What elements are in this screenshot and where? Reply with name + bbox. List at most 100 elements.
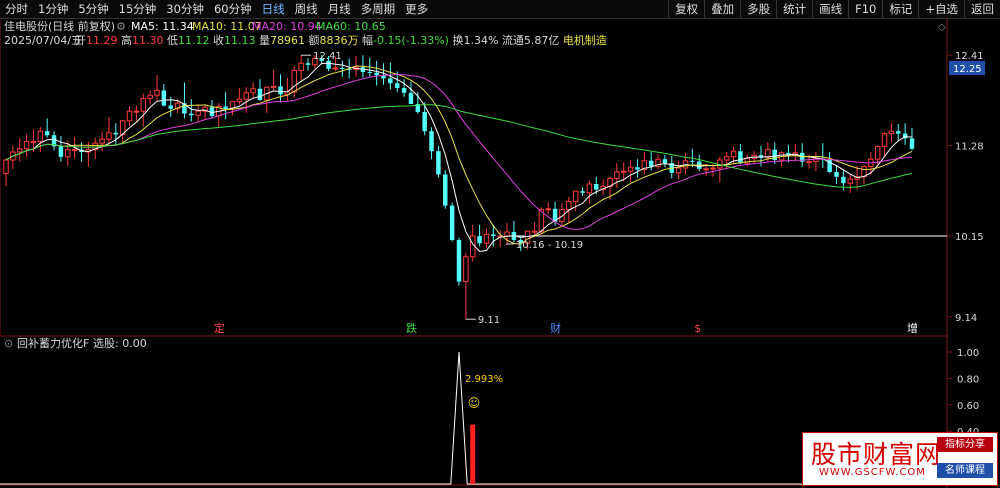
indicator-tick-label-2: 0.60 bbox=[957, 401, 979, 412]
candle-body-39 bbox=[270, 85, 277, 88]
range-label: 10.16 - 10.19 bbox=[516, 240, 583, 251]
candle-body-6 bbox=[44, 131, 50, 136]
candle-body-9 bbox=[65, 149, 71, 158]
candle-body-127 bbox=[874, 145, 881, 160]
settings-gear-icon[interactable]: ⚙ bbox=[116, 20, 126, 33]
indicator-signal: 选股: 0.00 bbox=[93, 337, 147, 350]
kline-chart[interactable]: 佳电股份(日线 前复权) ⚙ MA5: 11.34 MA10: 11.07 MA… bbox=[0, 0, 1000, 488]
price-axis: 12.41 11.28 10.15 9.14 12.25 bbox=[947, 51, 985, 324]
candle-body-91 bbox=[627, 166, 634, 172]
candle-body-85 bbox=[586, 183, 593, 194]
candle-body-69 bbox=[477, 236, 482, 244]
watermark-badge-share: 指标分享 bbox=[937, 437, 993, 452]
candle-body-70 bbox=[483, 233, 490, 244]
indicator-title: 回补蓄力优化F bbox=[17, 336, 89, 350]
candle-body-64 bbox=[443, 174, 448, 206]
candle-body-4 bbox=[30, 141, 37, 144]
ohlc-readout: 开11.29 高11.30 低11.12 收11.13 量78961 额8836… bbox=[75, 33, 607, 47]
candle-body-130 bbox=[896, 131, 901, 134]
candle-body-35 bbox=[243, 92, 249, 100]
watermark-title: 股市财富网 bbox=[811, 440, 942, 469]
candle-body-98 bbox=[675, 167, 682, 174]
candle-body-32 bbox=[223, 106, 228, 109]
candle-body-73 bbox=[504, 231, 510, 237]
candle-body-100 bbox=[690, 160, 695, 162]
candle-body-96 bbox=[662, 159, 668, 164]
event-marker-2: 财 bbox=[550, 321, 561, 335]
candle-body-123 bbox=[847, 178, 853, 184]
candle-body-36 bbox=[250, 88, 256, 94]
candle-body-0 bbox=[3, 159, 9, 175]
candle-body-5 bbox=[37, 130, 44, 143]
candle-body-22 bbox=[154, 89, 160, 96]
candle-body-92 bbox=[635, 167, 640, 170]
candle-body-34 bbox=[236, 98, 243, 103]
candle-body-15 bbox=[106, 132, 112, 140]
candle-body-3 bbox=[23, 141, 30, 150]
watermark: 股市财富网 WWW.GSCFW.COM 指标分享 名师课程 bbox=[802, 432, 998, 486]
collapse-diamond-icon[interactable]: ◇ bbox=[938, 22, 946, 33]
candle-body-106 bbox=[730, 150, 737, 158]
bar-date: 2025/07/04/五 bbox=[4, 34, 82, 47]
candle-body-129 bbox=[888, 130, 895, 135]
indicator-tick-label-0: 1.00 bbox=[957, 348, 979, 359]
ma20-label: MA20: 10.94 bbox=[252, 20, 322, 33]
candle-body-37 bbox=[257, 88, 263, 100]
indicator-annotation: 2.993% bbox=[465, 374, 503, 385]
current-price-label: 12.25 bbox=[953, 64, 982, 75]
candle-body-62 bbox=[429, 131, 434, 152]
event-marker-0: 定 bbox=[214, 321, 225, 335]
candle-body-19 bbox=[133, 110, 140, 113]
candle-body-59 bbox=[408, 92, 414, 104]
moving-averages bbox=[5, 62, 913, 253]
candle-body-56 bbox=[388, 78, 393, 84]
indicator-gear-icon[interactable]: ⊙ bbox=[4, 337, 13, 350]
candle-body-20 bbox=[140, 97, 147, 112]
candle-body-8 bbox=[58, 146, 64, 157]
candle-body-128 bbox=[881, 133, 888, 147]
candle-body-132 bbox=[909, 138, 915, 149]
candle-body-77 bbox=[531, 230, 538, 233]
candle-body-102 bbox=[703, 168, 709, 171]
candle-body-40 bbox=[278, 86, 283, 95]
candle-body-105 bbox=[723, 156, 730, 161]
candle-body-23 bbox=[161, 90, 167, 106]
candle-body-120 bbox=[827, 159, 832, 172]
candle-body-107 bbox=[738, 151, 743, 164]
ma60-label: MA60: 10.65 bbox=[316, 20, 386, 33]
candle-body-2 bbox=[16, 148, 23, 153]
candle-body-103 bbox=[710, 167, 716, 170]
candle-body-67 bbox=[463, 256, 469, 283]
ma5-label: MA5: 11.34 bbox=[131, 20, 194, 33]
price-tick-label-1: 11.28 bbox=[955, 142, 984, 153]
candle-body-57 bbox=[394, 83, 400, 88]
event-marker-3: $ bbox=[694, 322, 701, 335]
indicator-tick-label-1: 0.80 bbox=[957, 374, 979, 385]
candle-body-66 bbox=[456, 240, 462, 282]
candle-body-58 bbox=[401, 88, 407, 93]
candle-body-24 bbox=[168, 105, 173, 109]
candle-body-61 bbox=[422, 112, 427, 132]
event-marker-4: 增 bbox=[907, 321, 918, 335]
low-label: 9.11 bbox=[478, 315, 500, 326]
candle-body-82 bbox=[566, 201, 572, 211]
candle-body-63 bbox=[436, 151, 441, 175]
candle-body-10 bbox=[71, 149, 78, 152]
candle-body-14 bbox=[99, 138, 105, 144]
svg-text:佳电股份(日线 前复权): 佳电股份(日线 前复权) bbox=[4, 19, 115, 33]
candle-body-18 bbox=[126, 110, 133, 122]
candle-body-28 bbox=[195, 110, 201, 116]
candle-body-121 bbox=[834, 172, 839, 177]
candle-body-79 bbox=[545, 208, 551, 211]
candle-body-44 bbox=[305, 63, 311, 65]
candle-body-49 bbox=[340, 68, 345, 69]
candle-body-16 bbox=[113, 132, 119, 135]
candle-body-84 bbox=[580, 191, 585, 193]
candle-body-90 bbox=[620, 170, 627, 173]
price-tick-label-2: 10.15 bbox=[955, 232, 984, 243]
candle-body-65 bbox=[449, 205, 455, 240]
watermark-badge-course: 名师课程 bbox=[937, 463, 993, 478]
stock-title: 佳电股份(日线 前复权) bbox=[4, 19, 115, 33]
candle-body-117 bbox=[806, 161, 812, 164]
candle-body-27 bbox=[189, 113, 194, 116]
